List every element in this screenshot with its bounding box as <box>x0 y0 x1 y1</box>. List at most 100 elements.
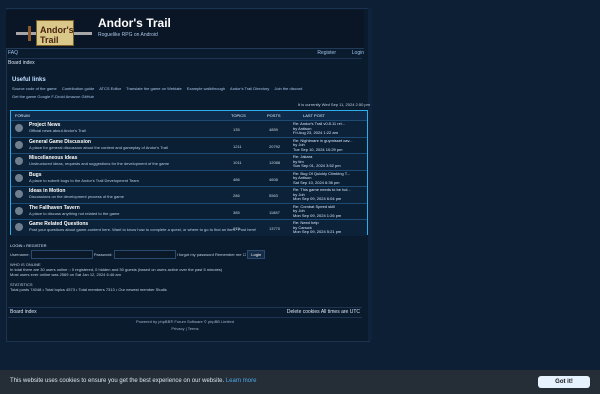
login-link[interactable]: Login <box>352 50 364 56</box>
forum-read-icon <box>15 190 23 198</box>
site-title: Andor's Trail <box>98 16 171 30</box>
forum-read-icon <box>15 140 23 149</box>
last-post: Re: Need help by Canuck Mon Sep 09, 2024… <box>293 220 342 235</box>
forum-description: Post your questions about game-content h… <box>29 227 257 232</box>
topics-count: 978 <box>233 226 240 231</box>
learn-more-link[interactable]: Learn more <box>226 378 257 384</box>
got-it-button[interactable]: Got it! <box>538 376 590 388</box>
last-post: Re: Andor's Trail v0.8.11 rel... by Anti… <box>293 121 345 136</box>
last-post: Re: Jakara by tim Sun Sep 01, 2024 3:52 … <box>293 154 341 169</box>
forum-read-icon <box>15 157 23 165</box>
forum-row[interactable]: Bugs A place to submit bugs to the Andor… <box>11 169 367 186</box>
useful-link[interactable]: Contribution guide <box>62 86 94 91</box>
last-post: Re: Combat Speed skill by Joh Mon Sep 09… <box>293 204 342 219</box>
site-heading: Andor's Trail Roguelike RPG on Android <box>98 16 171 38</box>
forum-read-icon <box>15 206 23 215</box>
cookie-banner: This website uses cookies to ensure you … <box>0 370 600 394</box>
last-post-date: Mon Sep 09, 2024 6:04 pm <box>293 196 342 201</box>
forum-row[interactable]: Ideas in Motion Discussions on the devel… <box>11 186 367 203</box>
store-link[interactable]: Amazon <box>66 94 81 99</box>
last-post-date: Fri Aug 23, 2024 1:22 am <box>293 130 338 135</box>
posts-count: 4608 <box>269 176 278 182</box>
username-input[interactable] <box>30 250 93 259</box>
privacy-terms-links[interactable]: Privacy | Terms <box>10 326 360 331</box>
remember-me-label: Remember me <box>215 252 242 257</box>
login-register-bar[interactable]: LOGIN • REGISTER <box>10 243 47 248</box>
delete-cookies-link[interactable]: Delete cookies <box>287 309 320 315</box>
store-link[interactable]: GitHub <box>81 94 93 99</box>
topics-count: 286 <box>233 193 240 198</box>
useful-link[interactable]: ATCS Editor <box>99 86 121 91</box>
board-index-link[interactable]: Board index <box>10 309 37 315</box>
powered-by-text: Powered by phpBB® Forum Software © phpBB… <box>136 319 234 324</box>
topics-count: 385 <box>233 209 240 215</box>
useful-link[interactable]: Translate the game on Weblate <box>126 86 182 91</box>
outer-background <box>372 8 600 370</box>
last-post-date: Sun Sep 01, 2024 3:52 pm <box>293 163 341 168</box>
forum-row[interactable]: General Game Discussion A place for gene… <box>11 136 367 153</box>
breadcrumb: Board index <box>8 58 362 67</box>
who-is-online: WHO IS ONLINE In total there are 30 user… <box>10 262 350 277</box>
posts-count: 11887 <box>269 209 280 215</box>
useful-link[interactable]: Andor's Trail Directory <box>230 86 269 91</box>
last-post: Re: Bug Of Quickly Climbing T... by Anti… <box>293 171 350 186</box>
timezone-text: All times are UTC <box>320 309 360 315</box>
posts-col-header: POSTS <box>267 113 281 118</box>
last-post-date: Mon Sep 09, 2024 1:26 pm <box>293 212 342 218</box>
forum-row[interactable]: Project News Official news about Andor's… <box>11 120 367 137</box>
logo-text: Andor's Trail <box>40 25 74 45</box>
bottom-navigation: Board index Delete cookies All times are… <box>8 307 362 318</box>
faq-link[interactable]: FAQ <box>8 50 18 56</box>
cookie-text: This website uses cookies to ensure you … <box>10 378 225 384</box>
forum-description: Discussions on the development process o… <box>29 194 124 199</box>
remember-me-checkbox[interactable]: ☐ <box>243 252 247 257</box>
forum-row[interactable]: Miscellaneous Ideas Unstructured ideas, … <box>11 153 367 170</box>
password-label: Password: <box>93 252 113 257</box>
useful-link[interactable]: Join the discord <box>274 86 302 91</box>
forum-col-header: FORUM <box>15 113 30 118</box>
forum-description: A place to submit bugs to the Andor's Tr… <box>29 177 139 183</box>
posts-count: 13770 <box>269 226 281 231</box>
page-right-edge <box>368 8 372 340</box>
who-is-online-record: Most users ever online was 2569 on Sat J… <box>10 271 121 277</box>
useful-link[interactable]: Source code of the game <box>12 86 57 91</box>
last-post-date: Tue Sep 10, 2024 10:29 pm <box>293 146 343 152</box>
topics-count: 1011 <box>233 160 242 165</box>
forgot-password-link[interactable]: I forgot my password <box>177 252 214 257</box>
topics-count: 135 <box>233 127 240 132</box>
forum-read-icon <box>15 223 23 231</box>
forum-row[interactable]: Game Related Questions Post your questio… <box>11 219 367 236</box>
site-footer: Powered by phpBB® Forum Software © phpBB… <box>10 319 360 331</box>
forum-read-icon <box>15 173 23 182</box>
board-index-link[interactable]: Board index <box>8 60 35 66</box>
last-post: Re: Nightmare in guymisset cav... by Joh… <box>293 138 353 153</box>
register-link[interactable]: Register <box>317 50 336 56</box>
posts-count: 4859 <box>269 127 278 132</box>
store-link[interactable]: F-Droid <box>51 94 64 99</box>
site-logo[interactable]: Andor's Trail <box>14 16 94 50</box>
login-button[interactable]: Login <box>247 250 266 259</box>
cookie-message: This website uses cookies to ensure you … <box>10 378 256 384</box>
forum-description: A place to discuss anything not related … <box>29 210 120 216</box>
forum-row[interactable]: The Fallhaven Tavern A place to discuss … <box>11 202 367 219</box>
login-form: Username: Password: I forgot my password… <box>10 250 266 259</box>
password-input[interactable] <box>113 250 176 259</box>
posts-count: 20792 <box>269 143 281 149</box>
topics-col-header: TOPICS <box>231 113 246 118</box>
last-post-date: Mon Sep 09, 2024 5:21 pm <box>293 229 342 234</box>
forum-read-icon <box>15 124 23 132</box>
posts-count: 5563 <box>269 193 278 198</box>
last-post: Re: This game needs to be hol... by Joh … <box>293 187 351 202</box>
site-header: Andor's Trail Andor's Trail Roguelike RP… <box>6 10 364 49</box>
get-game-prefix: Get the game <box>12 94 37 99</box>
forum-list-header: FORUM TOPICS POSTS LAST POST <box>11 111 367 120</box>
get-game-row: Get the game Google F-Droid Amazon GitHu… <box>12 94 352 99</box>
store-link[interactable]: Google <box>37 94 50 99</box>
username-label: Username: <box>10 252 30 257</box>
last-post-col-header: LAST POST <box>303 113 325 118</box>
forum-list: FORUM TOPICS POSTS LAST POST Project New… <box>10 110 368 236</box>
useful-link[interactable]: Example walkthrough <box>187 86 225 91</box>
statistics: STATISTICS Total posts 74048 • Total top… <box>10 282 167 293</box>
useful-links-heading: Useful links <box>12 77 46 83</box>
statistics-line: Total posts 74048 • Total topics 4573 • … <box>10 286 167 292</box>
